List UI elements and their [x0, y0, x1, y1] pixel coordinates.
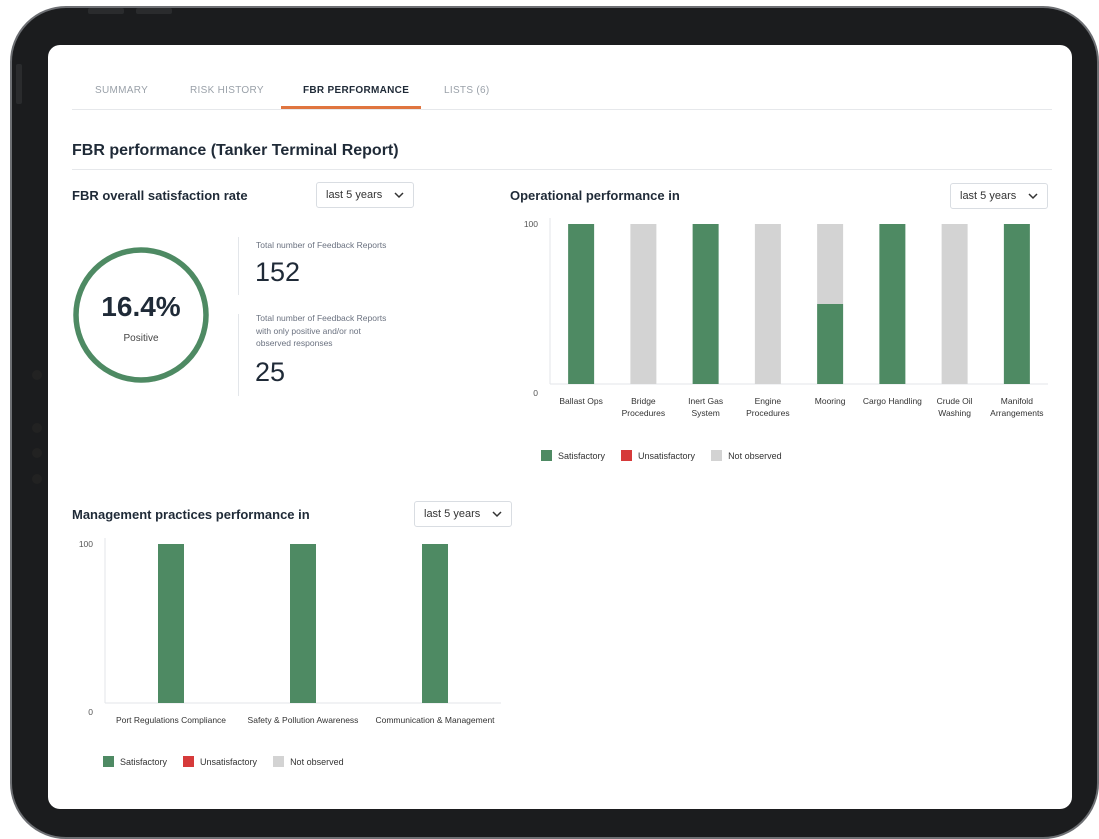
legend-label: Unsatisfactory [200, 756, 258, 767]
tab-bar: SUMMARY RISK HISTORY FBR PERFORMANCE LIS… [72, 75, 1052, 110]
volume-button [88, 8, 124, 14]
positive-reports-value: 25 [255, 357, 286, 387]
legend-item-not-observed: Not observed [711, 450, 782, 461]
satisfaction-title: FBR overall satisfaction rate [72, 188, 248, 203]
bar-satisfactory[interactable] [422, 544, 448, 703]
legend-label: Not observed [290, 756, 344, 767]
satisfaction-percent-label: Positive [123, 333, 159, 344]
app-screen: SUMMARY RISK HISTORY FBR PERFORMANCE LIS… [48, 45, 1072, 809]
active-tab-indicator [281, 106, 421, 109]
x-tick-label: Ballast Ops [559, 396, 602, 406]
dropdown-value: last 5 years [424, 508, 481, 520]
tab-summary[interactable]: SUMMARY [95, 85, 148, 96]
chevron-down-icon [394, 192, 404, 199]
operational-period-dropdown[interactable]: last 5 years [950, 183, 1048, 209]
x-tick-label: Port Regulations Compliance [116, 715, 226, 725]
sensor-dot [32, 474, 42, 484]
legend-item-satisfactory: Satisfactory [103, 756, 167, 767]
sensor-dot [32, 448, 42, 458]
divider [72, 169, 1052, 170]
x-tick-label: Communication & Management [375, 715, 495, 725]
chevron-down-icon [492, 511, 502, 518]
chevron-down-icon [1028, 193, 1038, 200]
bar-satisfactory[interactable] [817, 304, 844, 384]
dropdown-value: last 5 years [960, 190, 1017, 202]
operational-title: Operational performance in [510, 188, 680, 203]
bar-satisfactory[interactable] [1003, 224, 1030, 384]
y-tick-label: 0 [88, 707, 93, 717]
x-tick-label: Crude Oil [937, 396, 973, 406]
positive-reports-label: Total number of Feedback Reports with on… [256, 313, 387, 348]
x-tick-label: System [691, 408, 719, 418]
management-title: Management practices performance in [72, 507, 310, 522]
bar-not-observed[interactable] [941, 224, 968, 384]
tab-lists[interactable]: LISTS (6) [444, 85, 490, 96]
management-period-dropdown[interactable]: last 5 years [414, 501, 512, 527]
satisfaction-percent: 16.4% [101, 291, 181, 322]
legend-label: Unsatisfactory [638, 450, 696, 461]
dropdown-value: last 5 years [326, 189, 383, 201]
legend-item-unsatisfactory: Unsatisfactory [621, 450, 695, 461]
divider [238, 237, 239, 295]
y-tick-label: 100 [79, 539, 93, 549]
legend-label: Satisfactory [120, 756, 168, 767]
x-tick-label: Inert Gas [688, 396, 723, 406]
page-title: FBR performance (Tanker Terminal Report) [72, 142, 399, 159]
satisfaction-period-dropdown[interactable]: last 5 years [316, 182, 414, 208]
y-tick-label: 0 [533, 388, 538, 398]
sensor-dot [32, 423, 42, 433]
legend-item-unsatisfactory: Unsatisfactory [183, 756, 257, 767]
x-tick-label: Safety & Pollution Awareness [248, 715, 359, 725]
side-button [16, 64, 22, 104]
legend-swatch [273, 756, 285, 767]
divider [238, 314, 239, 396]
tab-risk-history[interactable]: RISK HISTORY [190, 85, 264, 96]
operational-legend: Satisfactory Unsatisfactory Not observed [541, 450, 782, 461]
bar-satisfactory[interactable] [879, 224, 906, 384]
legend-swatch [621, 450, 633, 461]
legend-swatch [103, 756, 114, 767]
legend-swatch [183, 756, 195, 767]
x-tick-label: Manifold [1001, 396, 1033, 406]
total-reports-value: 152 [255, 257, 301, 287]
legend-swatch [541, 450, 552, 461]
operational-chart: 0 100 Ballast Ops Bridge Procedures Inert Gas… [524, 218, 1048, 418]
power-button [136, 8, 172, 14]
x-tick-label: Bridge [631, 396, 656, 406]
x-tick-label: Washing [938, 408, 971, 418]
legend-label: Satisfactory [558, 450, 606, 461]
bar-not-observed[interactable] [630, 224, 657, 384]
legend-item-not-observed: Not observed [273, 756, 344, 767]
bar-not-observed[interactable] [817, 224, 844, 304]
x-tick-label: Cargo Handling [863, 396, 922, 406]
bar-satisfactory[interactable] [692, 224, 719, 384]
management-legend: Satisfactory Unsatisfactory Not observed [103, 756, 344, 767]
camera-dot [32, 370, 42, 380]
x-tick-label: Mooring [815, 396, 846, 406]
x-tick-label: Arrangements [990, 408, 1043, 418]
total-reports-label: Total number of Feedback Reports [256, 240, 387, 250]
bar-satisfactory[interactable] [158, 544, 184, 703]
tab-fbr-performance[interactable]: FBR PERFORMANCE [303, 85, 409, 96]
bar-not-observed[interactable] [754, 224, 781, 384]
y-tick-label: 100 [524, 219, 538, 229]
bar-satisfactory[interactable] [568, 224, 595, 384]
x-tick-label: Procedures [746, 408, 789, 418]
legend-label: Not observed [728, 450, 782, 461]
management-chart: 0 100 Port Regulations Compliance Safety & … [79, 538, 501, 725]
legend-swatch [711, 450, 723, 461]
bar-satisfactory[interactable] [290, 544, 316, 703]
x-tick-label: Procedures [622, 408, 665, 418]
legend-item-satisfactory: Satisfactory [541, 450, 605, 461]
x-tick-label: Engine [755, 396, 782, 406]
